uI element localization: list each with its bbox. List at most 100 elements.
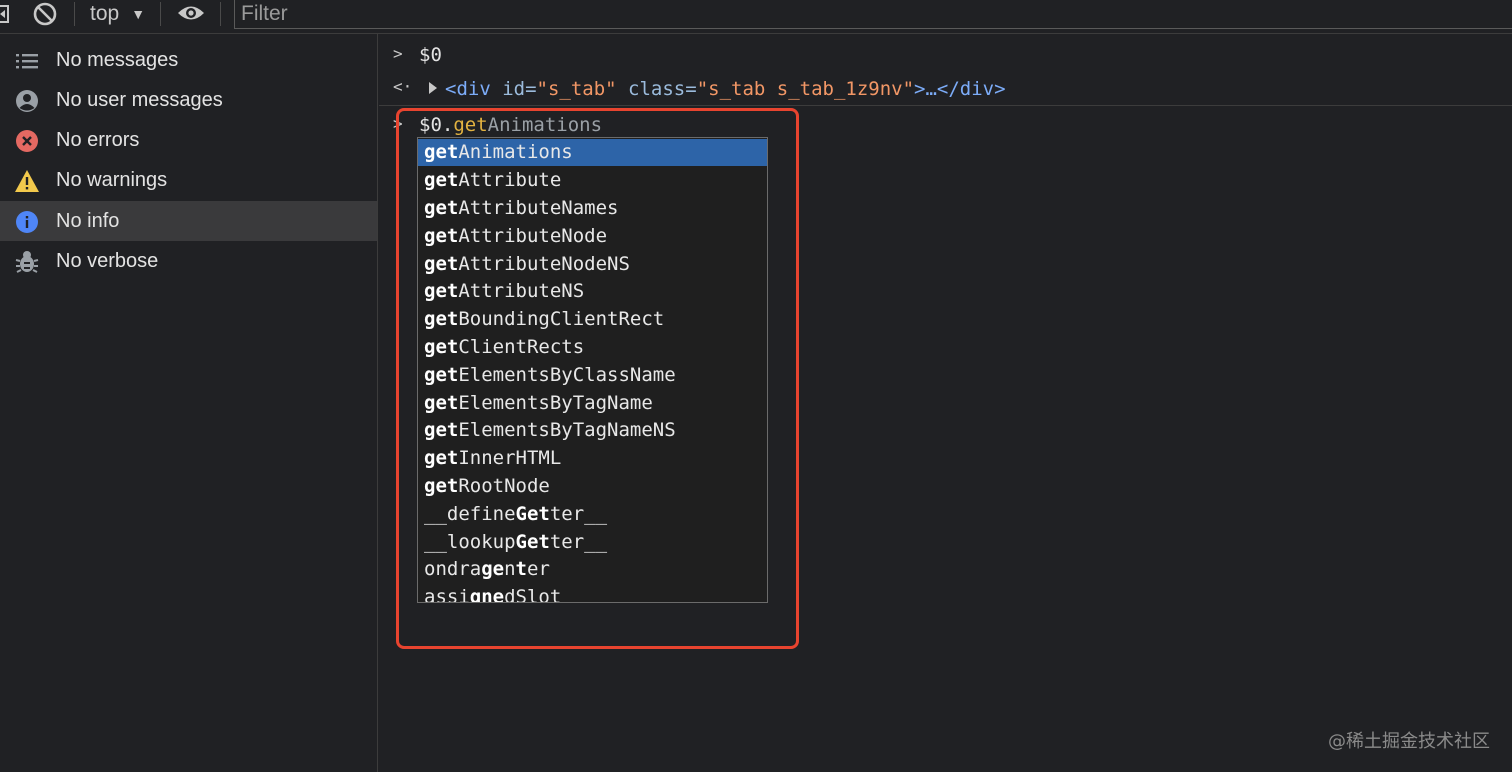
autocomplete-item[interactable]: __define Get ter__ [418,500,767,528]
console-toolbar: top ▼ [0,0,1512,34]
suggestion-text: ondra [424,558,482,581]
autocomplete-item[interactable]: get InnerHTML [418,444,767,472]
sidebar-toggle-icon[interactable] [0,4,10,24]
watermark: @稀土掘金技术社区 [1328,731,1490,752]
eye-icon[interactable] [176,2,206,24]
autocomplete-item[interactable]: get ElementsByClassName [418,361,767,389]
autocomplete-item[interactable]: get ElementsByTagName [418,389,767,417]
console-result-line: <· <div id="s_tab" class="s_tab s_tab_1z… [379,72,1512,106]
match-highlight: get [424,169,459,192]
sidebar-item-label: No messages [56,48,179,71]
suggestion-text: AttributeNS [458,280,585,303]
expand-triangle-icon[interactable] [429,82,437,94]
bug-icon [15,251,39,273]
clear-console-icon[interactable] [32,1,58,27]
autocomplete-item[interactable]: get BoundingClientRect [418,305,767,333]
suggestion-text: ElementsByTagName [458,391,653,414]
match-highlight: get [424,280,459,303]
autocomplete-item[interactable]: ondra ge n t er [418,556,767,584]
suggestion-text: AttributeNodeNS [458,252,630,275]
result-arrow-icon: <· [393,77,413,96]
context-selector[interactable]: top ▼ [90,0,145,28]
toolbar-separator [74,2,75,26]
match-highlight: get [424,474,459,497]
suggestion-text: assi [424,586,470,603]
autocomplete-item[interactable]: __lookup Get ter__ [418,528,767,556]
sidebar-item-label: No info [56,209,120,232]
filter-input[interactable] [234,0,1512,29]
suggestion-text: n [504,558,516,581]
autocomplete-item[interactable]: get Animations [418,138,767,167]
autocomplete-item[interactable]: get AttributeNS [418,278,767,306]
match-highlight: get [424,308,459,331]
toolbar-separator [220,2,221,26]
suggestion-text: dSlot [504,586,562,603]
suggestion-text: __lookup [424,530,516,553]
console-sidebar: No messages No user messages No errors N… [0,34,378,772]
match-highlight: get [424,447,459,470]
sidebar-item-verbose[interactable]: No verbose [0,241,377,281]
match-highlight: ge [481,558,505,581]
continuation-dot: · [393,140,402,156]
history-command-text: $0 [419,44,442,66]
match-highlight: get [424,141,459,164]
suggestion-text: er [527,558,550,581]
autocomplete-item[interactable]: assi g ne dSlot [418,583,767,603]
autocomplete-dropdown[interactable]: get Animations get Attribute get AttributeNam… [417,137,768,603]
sidebar-item-label: No errors [56,128,140,151]
warning-icon [15,170,39,192]
match-highlight: get [424,335,459,358]
user-icon [16,90,38,112]
sidebar-item-label: No warnings [56,168,168,191]
suggestion-text: ElementsByClassName [458,363,676,386]
match-highlight: get [424,391,459,414]
toolbar-separator [160,2,161,26]
sidebar-item-label: No verbose [56,249,159,272]
suggestion-text: AttributeNames [458,196,619,219]
match-highlight: ne [481,586,505,603]
error-icon [16,130,38,152]
list-icon [16,54,38,69]
match-highlight: get [424,196,459,219]
sidebar-item-info[interactable]: No info [0,201,377,241]
sidebar-item-user-messages[interactable]: No user messages [0,80,377,120]
autocomplete-item[interactable]: get ClientRects [418,333,767,361]
sidebar-item-warnings[interactable]: No warnings [0,160,377,200]
context-label: top [90,2,120,25]
suggestion-text: ter__ [549,502,608,525]
suggestion-text: Animations [458,141,573,164]
suggestion-text: BoundingClientRect [458,308,665,331]
suggestion-text: RootNode [458,474,550,497]
suggestion-text: ElementsByTagNameNS [458,419,676,442]
autocomplete-item[interactable]: get Attribute [418,166,767,194]
suggestion-text: InnerHTML [458,447,562,470]
chevron-down-icon: ▼ [131,6,146,22]
sidebar-item-errors[interactable]: No errors [0,120,377,160]
suggestion-text: ter__ [549,530,608,553]
match-highlight: Get [515,530,550,553]
suggestion-text: AttributeNode [458,224,608,247]
suggestion-text: __define [424,502,516,525]
autocomplete-item[interactable]: get AttributeNodeNS [418,250,767,278]
chevron-right-icon: > [393,114,403,133]
chevron-right-icon: > [393,44,403,63]
match-highlight: get [424,252,459,275]
autocomplete-item[interactable]: get AttributeNode [418,222,767,250]
match-highlight: get [424,419,459,442]
sidebar-item-messages[interactable]: No messages [0,40,377,80]
match-highlight: g [469,586,482,603]
sidebar-item-label: No user messages [56,88,223,111]
result-element-text[interactable]: <div id="s_tab" class="s_tab s_tab_1z9nv… [445,78,1006,100]
console-history-line: > $0 [379,38,1512,72]
autocomplete-item[interactable]: get ElementsByTagNameNS [418,417,767,445]
match-highlight: get [424,224,459,247]
match-highlight: get [424,363,459,386]
autocomplete-item[interactable]: get AttributeNames [418,194,767,222]
match-highlight: t [515,558,527,581]
match-highlight: Get [515,502,550,525]
info-icon [16,211,38,233]
suggestion-text: ClientRects [458,335,585,358]
autocomplete-item[interactable]: get RootNode [418,472,767,500]
console-input[interactable]: $0.getAnimations [419,114,602,136]
suggestion-text: Attribute [458,169,562,192]
